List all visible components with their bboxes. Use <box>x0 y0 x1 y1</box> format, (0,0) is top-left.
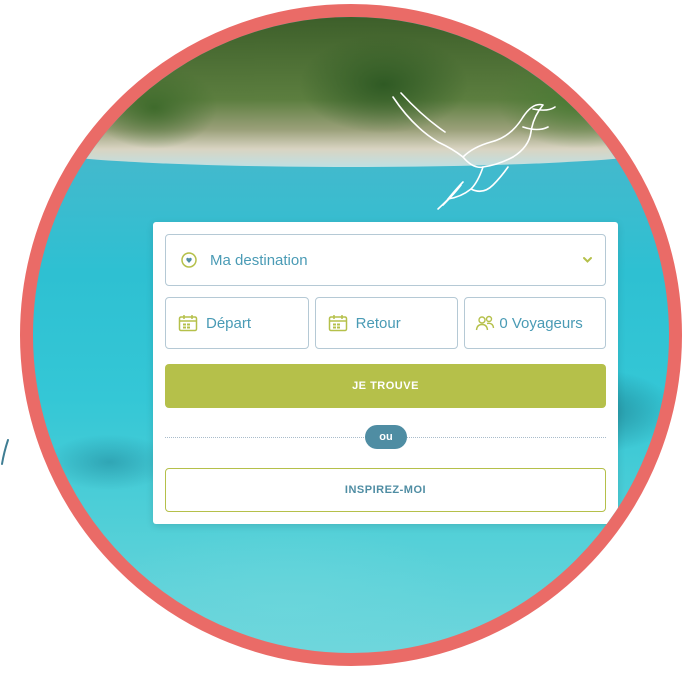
return-label: Retour <box>355 314 401 332</box>
beach-photo-frame: Ma destination Départ Retour 0 Voyageurs… <box>20 4 682 666</box>
find-button[interactable]: JE TROUVE <box>165 364 606 408</box>
bird-line-art-icon <box>392 92 556 210</box>
travelers-label: 0 Voyageurs <box>499 314 583 332</box>
departure-date-field[interactable]: Départ <box>165 297 309 349</box>
location-heart-icon <box>181 252 197 268</box>
search-card: Ma destination Départ Retour 0 Voyageurs… <box>153 222 618 524</box>
or-badge: ou <box>365 425 407 449</box>
departure-label: Départ <box>206 314 252 332</box>
calendar-icon <box>328 315 347 332</box>
return-date-field[interactable]: Retour <box>314 297 459 349</box>
inspire-button[interactable]: INSPIREZ-MOI <box>165 468 606 512</box>
destination-label: Ma destination <box>210 251 308 269</box>
shoreline-background <box>33 17 669 167</box>
travelers-field[interactable]: 0 Voyageurs <box>464 297 607 349</box>
people-icon <box>476 315 495 331</box>
destination-select[interactable]: Ma destination <box>165 234 606 286</box>
chevron-down-icon[interactable] <box>582 254 593 265</box>
dates-travelers-row: Départ Retour 0 Voyageurs <box>165 297 607 349</box>
decorative-stroke-icon <box>1 439 9 465</box>
calendar-icon <box>178 315 198 332</box>
